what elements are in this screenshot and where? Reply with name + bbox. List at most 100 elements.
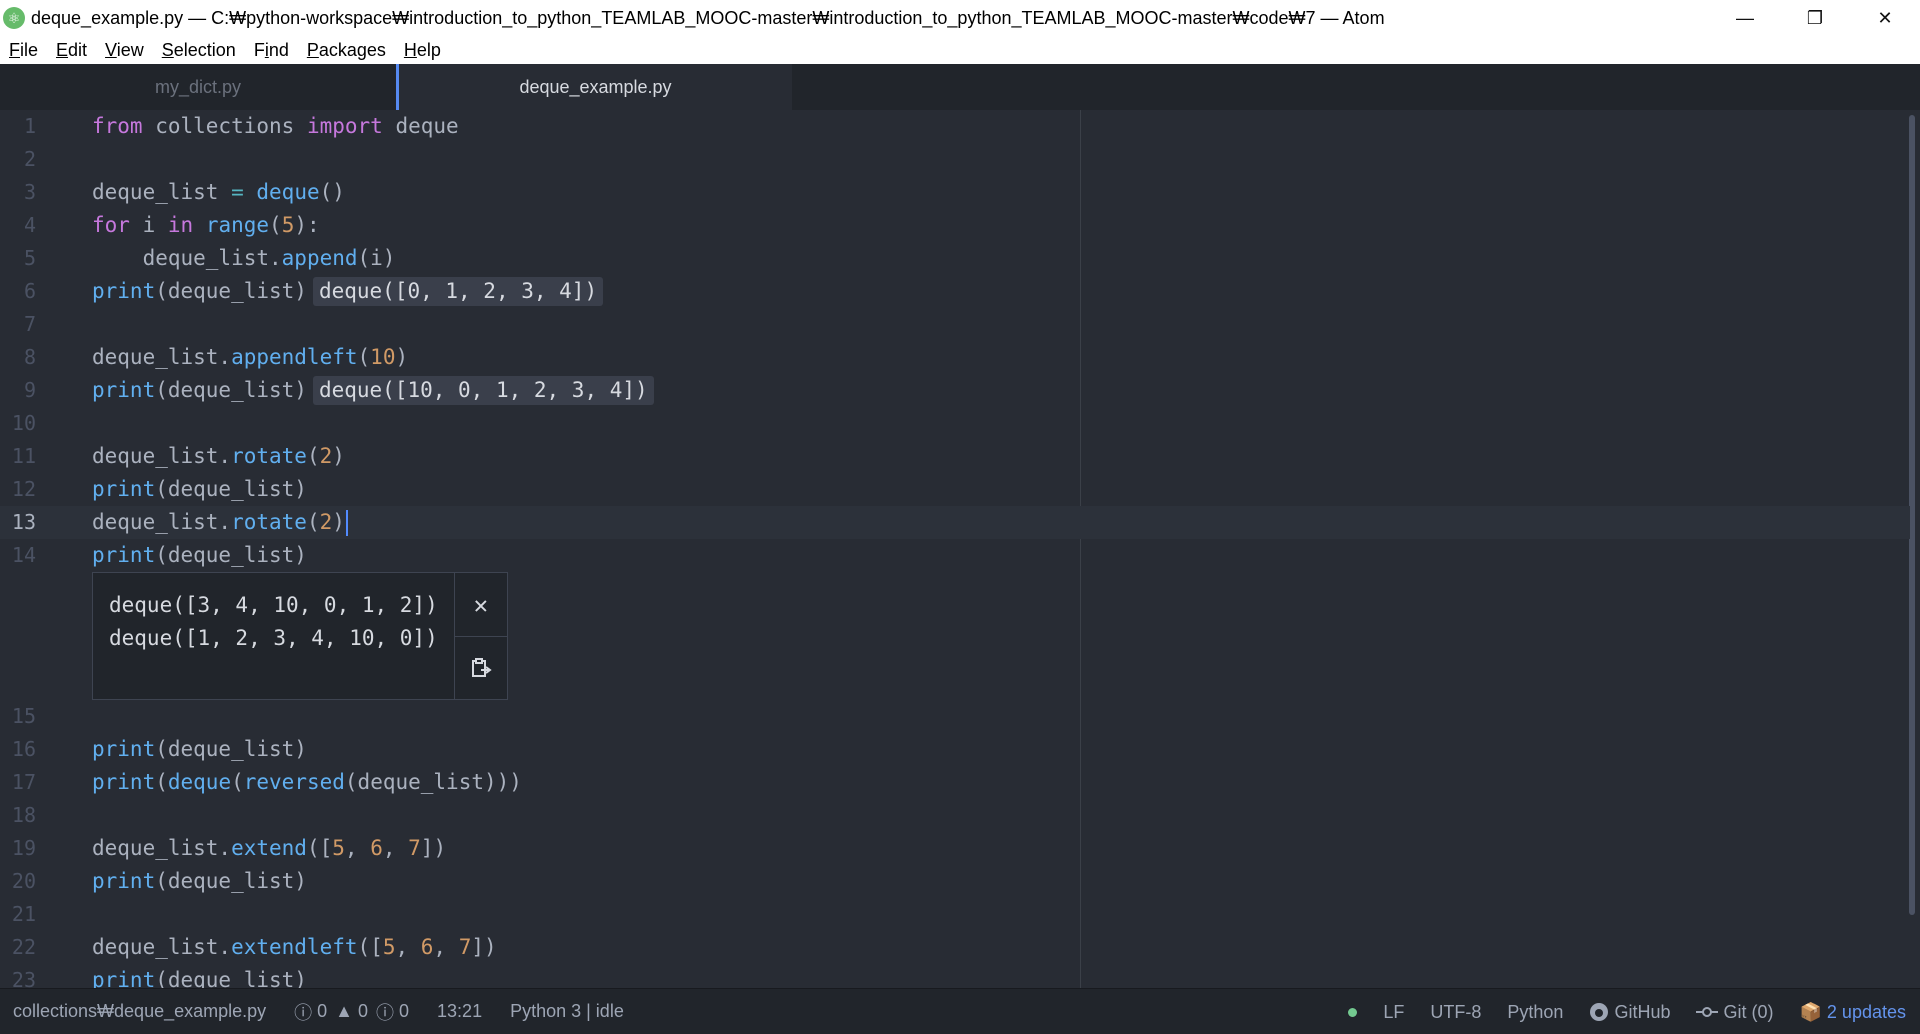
code-text[interactable]: deque_list.appendleft(10) [92,341,408,374]
code-line[interactable]: 3 deque_list = deque() [0,176,1910,209]
code-line[interactable]: 18 [0,799,1910,832]
menu-selection[interactable]: Selection [153,36,245,64]
code-text[interactable]: deque_list.append(i) [92,242,396,275]
line-number: 12 [11,477,36,501]
line-number: 23 [11,968,36,988]
updates-button[interactable]: 📦 2 updates [1800,1002,1907,1023]
close-icon[interactable]: ✕ [455,573,507,636]
menu-help[interactable]: Help [395,36,450,64]
code-text[interactable]: print(deque_list) [92,865,307,898]
inline-result: deque([0, 1, 2, 3, 4]) [312,277,604,306]
code-text[interactable]: print(deque(reversed(deque_list))) [92,766,522,799]
status-dot-icon [1348,1007,1358,1017]
output-line: deque([3, 4, 10, 0, 1, 2]) [109,593,438,617]
code-text[interactable]: print(deque_list) [92,473,307,506]
code-text[interactable]: print(deque_list) [92,539,307,572]
git-commit-icon [1696,1007,1719,1017]
code-line[interactable]: 2 [0,143,1910,176]
code-line[interactable]: 13 deque_list.rotate(2) [0,506,1910,539]
code-line[interactable]: 17 print(deque(reversed(deque_list))) [0,766,1910,799]
tab-bar: my_dict.py deque_example.py [0,64,1920,110]
grammar[interactable]: Python [1507,1002,1563,1023]
line-number: 6 [23,279,36,303]
github-icon [1590,1003,1609,1021]
code-line[interactable]: 22 deque_list.extendleft([5, 6, 7]) [0,931,1910,964]
code-line[interactable]: 14 print(deque_list) [0,539,1910,572]
minimize-button[interactable]: — [1710,0,1780,36]
line-number: 9 [23,378,36,402]
line-number: 5 [23,246,36,270]
code-line[interactable]: 8 deque_list.appendleft(10) [0,341,1910,374]
tab-my-dict[interactable]: my_dict.py [0,64,396,110]
close-window-button[interactable]: ✕ [1850,0,1920,36]
menu-find[interactable]: Find [245,36,298,64]
code-line[interactable]: 21 [0,898,1910,931]
line-ending[interactable]: LF [1383,1002,1404,1023]
code-line[interactable]: 11 deque_list.rotate(2) [0,440,1910,473]
code-text[interactable]: deque_list = deque() [92,176,345,209]
file-path[interactable]: collections₩deque_example.py [13,1001,266,1022]
cursor-position[interactable]: 13:21 [437,1001,482,1022]
kernel-status[interactable]: Python 3 | idle [510,1001,624,1022]
code-line[interactable]: 16 print(deque_list) [0,733,1910,766]
restore-button[interactable]: ❐ [1780,0,1850,36]
code-line[interactable]: 20 print(deque_list) [0,865,1910,898]
title-bar: ⚛ deque_example.py — C:₩python-workspace… [0,0,1920,36]
code-text[interactable]: deque_list.extendleft([5, 6, 7]) [92,931,497,964]
code-text[interactable]: print(deque_list) [92,733,307,766]
code-text[interactable]: deque_list.rotate(2) [92,506,348,539]
code-text[interactable]: print(deque_list) deque([0, 1, 2, 3, 4]) [92,275,604,308]
line-number: 13 [11,510,36,534]
code-line[interactable]: 1 from collections import deque [0,110,1910,143]
git-button[interactable]: Git (0) [1696,1002,1774,1023]
code-line[interactable]: 23 print(deque_list) [0,964,1910,988]
output-actions: ✕ [453,573,507,699]
encoding[interactable]: UTF-8 [1430,1002,1481,1023]
info-icon: ⓘ [376,1002,395,1023]
code-text[interactable]: for i in range(5): [92,209,320,242]
code-line[interactable]: 9 print(deque_list) deque([10, 0, 1, 2, 3,… [0,374,1910,407]
code-line[interactable]: 5 deque_list.append(i) [0,242,1910,275]
line-number: 4 [23,213,36,237]
status-bar: collections₩deque_example.py ⓘ 0 ▲ 0 ⓘ 0 13… [0,988,1920,1034]
text-cursor [345,510,348,536]
line-number: 2 [23,147,36,171]
output-popup: deque([3, 4, 10, 0, 1, 2]) deque([1, 2, 3… [92,572,508,700]
code-line[interactable]: 6 print(deque_list) deque([0, 1, 2, 3, 4]) [0,275,1910,308]
package-icon: 📦 [1799,1001,1822,1022]
code-line[interactable]: 15 [0,700,1910,733]
menu-view[interactable]: View [96,36,153,64]
line-number: 10 [11,411,36,435]
line-number: 7 [23,312,36,336]
line-number: 3 [23,180,36,204]
code-text[interactable]: deque_list.rotate(2) [92,440,345,473]
menu-file[interactable]: File [0,36,47,64]
inline-result: deque([10, 0, 1, 2, 3, 4]) [312,376,654,405]
code-text[interactable]: deque_list.extend([5, 6, 7]) [92,832,446,865]
code-editor[interactable]: deque([3, 4, 10, 0, 1, 2]) deque([1, 2, 3… [0,110,1920,988]
code-line[interactable]: 19 deque_list.extend([5, 6, 7]) [0,832,1910,865]
line-number: 14 [11,543,36,567]
menu-edit[interactable]: Edit [47,36,96,64]
code-line[interactable]: 10 [0,407,1910,440]
clipboard-icon[interactable] [454,636,507,699]
output-line: deque([1, 2, 3, 4, 10, 0]) [109,626,438,650]
line-number: 18 [11,803,36,827]
tab-deque-example[interactable]: deque_example.py [396,64,792,110]
menu-bar: File Edit View Selection Find Packages Help [0,36,1920,64]
line-number: 21 [11,902,36,926]
code-line[interactable]: 12 print(deque_list) [0,473,1910,506]
code-text[interactable]: from collections import deque [92,110,459,143]
menu-packages[interactable]: Packages [298,36,395,64]
code-line[interactable]: 7 [0,308,1910,341]
line-number: 11 [11,444,36,468]
github-button[interactable]: GitHub [1589,1002,1670,1023]
code-text[interactable]: print(deque_list) deque([10, 0, 1, 2, 3, … [92,374,654,407]
linter-status[interactable]: ⓘ 0 ▲ 0 ⓘ 0 [294,999,409,1025]
line-number: 1 [23,114,36,138]
line-number: 16 [11,737,36,761]
line-number: 15 [11,704,36,728]
atom-icon: ⚛ [3,7,25,29]
code-line[interactable]: 4 for i in range(5): [0,209,1910,242]
code-text[interactable]: print(deque_list) [92,964,307,988]
